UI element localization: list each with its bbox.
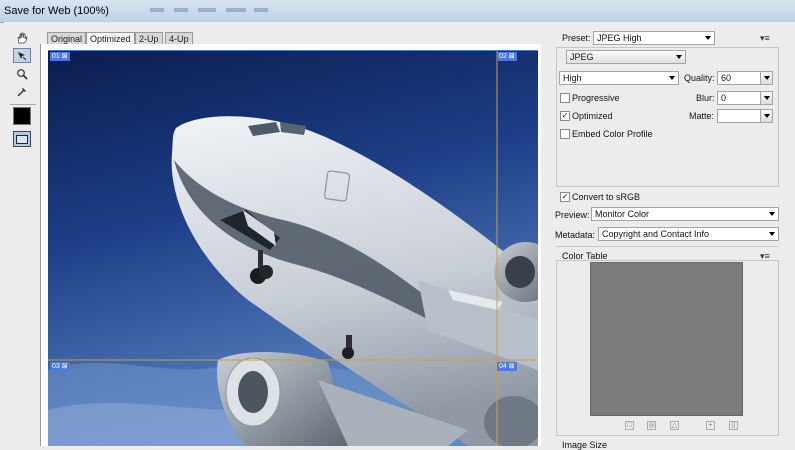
image-size-title: Image Size	[562, 440, 608, 450]
window-title: Save for Web (100%)	[4, 5, 109, 17]
background-menubar	[150, 6, 380, 16]
blur-input[interactable]: 0	[717, 91, 761, 105]
toggle-slices-visibility-icon[interactable]	[13, 131, 31, 147]
matte-dropdown-button[interactable]	[760, 109, 773, 123]
quality-slider-button[interactable]	[760, 71, 773, 85]
preset-value: JPEG High	[597, 33, 642, 43]
convert-srgb-checkbox[interactable]: ✓	[560, 192, 570, 202]
metadata-value: Copyright and Contact Info	[602, 229, 710, 239]
optimized-label: Optimized	[572, 111, 613, 121]
panel-menu-icon[interactable]: ▾≡	[760, 33, 770, 44]
color-table-swatches[interactable]	[590, 262, 743, 416]
blur-label: Blur:	[696, 93, 715, 103]
matte-select[interactable]	[717, 109, 761, 123]
panel-divider	[555, 246, 779, 247]
slice-label-04[interactable]: 04 ⊠	[497, 362, 517, 371]
chevron-down-icon	[764, 114, 770, 118]
quality-value: 60	[721, 73, 732, 83]
slice-label-02[interactable]: 02 ⊠	[497, 52, 517, 61]
chevron-down-icon	[764, 76, 770, 80]
slice-select-tool-icon[interactable]	[13, 48, 31, 63]
chevron-down-icon	[764, 96, 770, 100]
slice-label-03[interactable]: 03 ⊠	[50, 362, 70, 371]
format-select[interactable]: JPEG	[566, 50, 686, 64]
delete-color-icon[interactable]: ▯	[729, 421, 738, 430]
hand-tool-icon[interactable]	[13, 30, 31, 45]
matte-label: Matte:	[689, 111, 715, 121]
embed-color-profile-label: Embed Color Profile	[572, 129, 653, 139]
new-color-icon[interactable]: +	[706, 421, 715, 430]
metadata-label: Metadata:	[555, 230, 596, 240]
preset-label: Preset:	[562, 33, 591, 43]
embed-color-profile-checkbox[interactable]	[560, 129, 570, 139]
progressive-checkbox[interactable]	[560, 93, 570, 103]
shift-color-icon[interactable]: △	[670, 421, 679, 430]
eyedropper-tool-icon[interactable]	[13, 84, 31, 99]
quality-input[interactable]: 60	[717, 71, 761, 85]
chevron-down-icon	[769, 232, 775, 236]
metadata-select[interactable]: Copyright and Contact Info	[598, 227, 779, 241]
eyedropper-color-swatch[interactable]	[13, 107, 31, 125]
snap-to-web-icon[interactable]: □	[625, 421, 634, 430]
preview-label: Preview:	[555, 210, 590, 220]
convert-srgb-label: Convert to sRGB	[572, 192, 641, 202]
zoom-tool-icon[interactable]	[13, 66, 31, 81]
title-bar: Save for Web (100%)	[0, 0, 795, 23]
progressive-label: Progressive	[572, 93, 620, 103]
optimized-image-preview[interactable]: 01 ⊠ 02 ⊠ 03 ⊠ 04 ⊠	[48, 50, 538, 446]
lock-color-icon[interactable]: ◎	[647, 421, 656, 430]
tool-divider	[10, 104, 36, 105]
slice-label-01[interactable]: 01 ⊠	[50, 52, 70, 61]
chevron-down-icon	[676, 55, 682, 59]
chevron-down-icon	[705, 36, 711, 40]
quality-preset-value: High	[563, 73, 582, 83]
quality-preset-select[interactable]: High	[559, 71, 679, 85]
optimized-checkbox[interactable]: ✓	[560, 111, 570, 121]
quality-label: Quality:	[684, 73, 715, 83]
blur-slider-button[interactable]	[760, 91, 773, 105]
format-value: JPEG	[570, 52, 594, 62]
chevron-down-icon	[669, 76, 675, 80]
preview-select[interactable]: Monitor Color	[591, 207, 779, 221]
blur-value: 0	[721, 93, 727, 103]
preview-value: Monitor Color	[595, 209, 650, 219]
preset-select[interactable]: JPEG High	[593, 31, 715, 45]
airplane-photo	[48, 50, 538, 446]
chevron-down-icon	[769, 212, 775, 216]
